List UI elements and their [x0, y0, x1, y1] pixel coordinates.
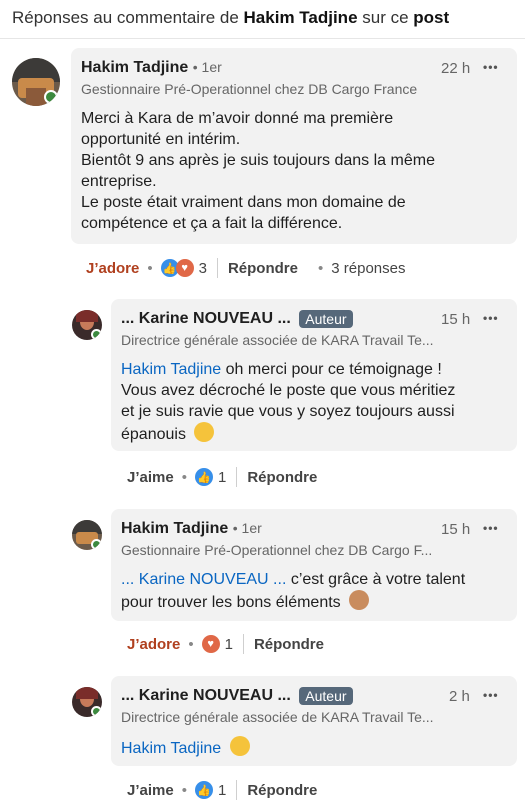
love-reaction-icon: ♥ — [201, 635, 220, 653]
comment-actions: J’adore • 👍 ♥ 3 Répondre • 3 réponses — [86, 257, 405, 279]
reaction-count: 1 — [224, 635, 233, 653]
author-badge: Auteur — [299, 687, 353, 705]
more-options-icon[interactable]: ••• — [483, 311, 499, 325]
reply-button[interactable]: Répondre — [247, 469, 317, 486]
reply-button[interactable]: Répondre — [247, 782, 317, 799]
reply-line: épanouis — [121, 426, 186, 443]
connection-degree: • 1er — [232, 520, 262, 536]
reply-actions: J’aime • 👍 1 Répondre — [127, 779, 317, 801]
header-divider — [0, 38, 525, 39]
mention-link[interactable]: Hakim Tadjine — [121, 740, 221, 757]
ok-hand-emoji-icon — [349, 590, 370, 610]
action-divider — [216, 258, 218, 278]
separator-dot: • — [181, 468, 187, 486]
online-status-dot — [91, 539, 102, 550]
reply-button[interactable]: Répondre — [228, 260, 298, 277]
reactions-summary[interactable]: 👍 1 — [194, 781, 227, 799]
reply-text: ... Karine NOUVEAU ... c’est grâce à vot… — [121, 569, 465, 613]
like-reaction-icon: 👍 — [194, 781, 213, 799]
page-header: Réponses au commentaire de Hakim Tadjine… — [0, 0, 525, 36]
reply-bubble: ... Karine NOUVEAU ... Auteur Directrice… — [111, 676, 517, 766]
comment-text: Merci à Kara de m’avoir donné ma premièr… — [81, 108, 435, 234]
reply-time: 15 h — [441, 521, 471, 538]
reply-author-name[interactable]: ... Karine NOUVEAU ... — [121, 687, 291, 704]
connection-degree: • 1er — [192, 59, 222, 75]
more-options-icon[interactable]: ••• — [483, 60, 499, 74]
react-button[interactable]: J’adore — [86, 260, 139, 277]
reply-text: Hakim Tadjine — [121, 736, 250, 759]
react-button[interactable]: J’aime — [127, 469, 174, 486]
reply-time: 15 h — [441, 311, 471, 328]
reactions-summary[interactable]: 👍 1 — [194, 468, 227, 486]
online-status-dot — [91, 329, 102, 340]
reaction-count: 1 — [217, 468, 227, 486]
reply-line: oh merci pour ce témoignage ! — [221, 361, 442, 378]
comment-line: entreprise. — [81, 173, 157, 190]
star-struck-emoji-icon — [194, 422, 215, 442]
author-headline: Directrice générale associée de KARA Tra… — [121, 332, 434, 348]
header-middle: sur ce — [357, 8, 414, 27]
more-options-icon[interactable]: ••• — [483, 521, 499, 535]
avatar-hakim[interactable] — [12, 58, 60, 106]
author-headline: Gestionnaire Pré-Operationnel chez DB Ca… — [81, 81, 418, 97]
author-badge: Auteur — [299, 310, 353, 328]
reply-author-name[interactable]: Hakim Tadjine — [121, 520, 228, 537]
reaction-count: 1 — [217, 781, 227, 799]
header-prefix: Réponses au commentaire de — [12, 8, 244, 27]
reaction-count: 3 — [198, 259, 207, 277]
separator-dot: • — [181, 781, 187, 799]
separator-dot: • — [147, 259, 153, 277]
header-post-link[interactable]: post — [413, 8, 449, 27]
reply-time: 2 h — [449, 688, 470, 705]
react-button[interactable]: J’adore — [127, 636, 180, 653]
comment-line: opportunité en intérim. — [81, 131, 241, 148]
avatar-hakim[interactable] — [72, 520, 102, 550]
reactions-summary[interactable]: ♥ 1 — [201, 635, 233, 653]
action-divider — [242, 634, 244, 654]
comment-line: Bientôt 9 ans après je suis toujours dan… — [81, 152, 435, 169]
reply-line: Vous avez décroché le poste que vous mér… — [121, 382, 456, 399]
comment-author-name[interactable]: Hakim Tadjine — [81, 59, 188, 76]
separator-dot: • — [188, 635, 194, 653]
love-reaction-icon: ♥ — [175, 259, 194, 277]
reply-line: c’est grâce à votre talent — [286, 571, 466, 588]
more-options-icon[interactable]: ••• — [483, 688, 499, 702]
reply-bubble: Hakim Tadjine • 1er Gestionnaire Pré-Ope… — [111, 509, 517, 621]
smiling-emoji-icon — [229, 736, 250, 756]
comment-line: Le poste était vraiment dans mon domaine… — [81, 194, 406, 211]
online-status-dot — [44, 90, 58, 104]
avatar-karine[interactable] — [72, 687, 102, 717]
author-headline: Directrice générale associée de KARA Tra… — [121, 709, 434, 725]
avatar-karine[interactable] — [72, 310, 102, 340]
reply-line: pour trouver les bons éléments — [121, 594, 341, 611]
reply-actions: J’adore • ♥ 1 Répondre — [127, 633, 324, 655]
online-status-dot — [91, 706, 102, 717]
react-button[interactable]: J’aime — [127, 782, 174, 799]
mention-link[interactable]: ... Karine NOUVEAU ... — [121, 571, 286, 588]
mention-link[interactable]: Hakim Tadjine — [121, 361, 221, 378]
action-divider — [236, 780, 238, 800]
comment-line: Merci à Kara de m’avoir donné ma premièr… — [81, 110, 394, 127]
reactions-summary[interactable]: 👍 ♥ 3 — [160, 259, 207, 277]
comment-line: compétence et ça a fait la différence. — [81, 215, 343, 232]
reply-line: et je suis ravie que vous y soyez toujou… — [121, 403, 455, 420]
author-headline: Gestionnaire Pré-Operationnel chez DB Ca… — [121, 542, 433, 558]
reply-text: Hakim Tadjine oh merci pour ce témoignag… — [121, 359, 455, 445]
like-reaction-icon: 👍 — [194, 468, 213, 486]
comment-time: 22 h — [441, 60, 471, 77]
separator-dot: • — [317, 259, 324, 277]
reply-author-name[interactable]: ... Karine NOUVEAU ... — [121, 310, 291, 327]
reply-bubble: ... Karine NOUVEAU ... Auteur Directrice… — [111, 299, 517, 451]
reply-actions: J’aime • 👍 1 Répondre — [127, 466, 317, 488]
comment-bubble: Hakim Tadjine • 1er Gestionnaire Pré-Ope… — [71, 48, 517, 244]
reply-button[interactable]: Répondre — [254, 636, 324, 653]
header-author[interactable]: Hakim Tadjine — [244, 8, 358, 27]
replies-count-link[interactable]: 3 réponses — [331, 260, 405, 277]
action-divider — [236, 467, 238, 487]
